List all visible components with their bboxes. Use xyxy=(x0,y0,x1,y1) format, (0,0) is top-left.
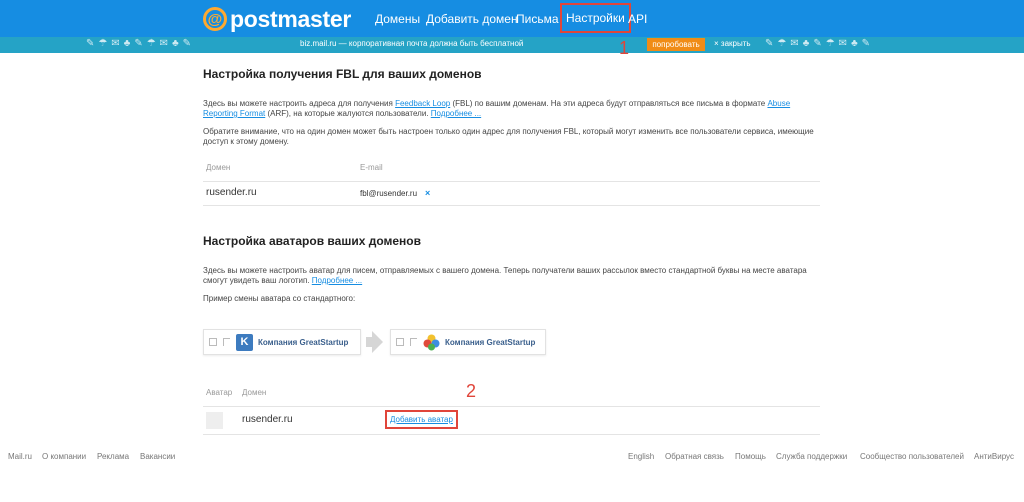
promo-try-button[interactable]: попробовать xyxy=(647,38,705,51)
nav-letters[interactable]: Письма xyxy=(516,12,559,26)
nav-api[interactable]: API xyxy=(628,12,647,26)
at-logo-icon: @ xyxy=(203,7,227,31)
divider xyxy=(203,181,820,182)
fbl-more-link[interactable]: Подробнее ... xyxy=(431,109,481,118)
checkbox-icon xyxy=(209,338,217,346)
footer-link-antivirus[interactable]: АнтиВирус xyxy=(974,452,1014,461)
nav-domains[interactable]: Домены xyxy=(375,12,420,26)
arrow-right-icon xyxy=(372,331,383,353)
flag-icon xyxy=(410,338,417,346)
avatar-row-domain: rusender.ru xyxy=(242,414,293,425)
add-avatar-link[interactable]: Добавить аватар xyxy=(385,410,458,429)
example-company-name: Компания GreatStartup xyxy=(258,337,349,347)
doodle-decoration-right: ✎ ☂ ✉ ♣ ✎ ☂ ✉ ♣ ✎ xyxy=(765,38,871,49)
feedback-loop-link[interactable]: Feedback Loop xyxy=(395,99,450,108)
avatar-description: Здесь вы можете настроить аватар для пис… xyxy=(203,266,807,285)
footer-link-ads[interactable]: Реклама xyxy=(97,452,129,461)
avatar-col-domain: Домен xyxy=(242,388,267,397)
avatar-section-title: Настройка аватаров ваших доменов xyxy=(203,234,422,248)
example-company-name: Компания GreatStartup xyxy=(445,337,536,347)
fbl-note: Обратите внимание, что на один домен мож… xyxy=(203,127,814,146)
fbl-col-domain: Домен xyxy=(206,163,231,172)
fbl-section-title: Настройка получения FBL для ваших домено… xyxy=(203,67,482,81)
divider xyxy=(203,406,820,407)
promo-close-button[interactable]: × закрыть xyxy=(714,39,751,48)
fbl-description: Здесь вы можете настроить адреса для пол… xyxy=(203,99,791,118)
logo-avatar-icon xyxy=(423,334,440,351)
annotation-marker-2: 2 xyxy=(466,381,477,401)
top-header: @ postmaster Домены Добавить домен Письм… xyxy=(0,0,1024,37)
example-default-avatar: K Компания GreatStartup xyxy=(203,329,361,355)
footer-link-about[interactable]: О компании xyxy=(42,452,86,461)
avatar-col-avatar: Аватар xyxy=(206,388,233,397)
avatar-placeholder xyxy=(206,412,223,429)
promo-banner: ✎ ☂ ✉ ♣ ✎ ☂ ✉ ♣ ✎ biz.mail.ru — корпоративная по… xyxy=(0,37,1024,53)
footer-link-help[interactable]: Помощь xyxy=(735,452,766,461)
doodle-decoration-left: ✎ ☂ ✉ ♣ ✎ ☂ ✉ ♣ ✎ xyxy=(86,38,192,49)
fbl-row-domain: rusender.ru xyxy=(206,187,257,198)
logo-text: postmaster xyxy=(230,5,351,32)
footer-link-english[interactable]: English xyxy=(628,452,654,461)
fbl-col-email: E-mail xyxy=(360,163,383,172)
footer-link-community[interactable]: Сообщество пользователей xyxy=(860,452,964,461)
footer-link-support[interactable]: Служба поддержки xyxy=(776,452,847,461)
footer-link-mailru[interactable]: Mail.ru xyxy=(8,452,32,461)
divider xyxy=(203,434,820,435)
letter-avatar-icon: K xyxy=(236,333,253,351)
promo-text[interactable]: biz.mail.ru — корпоративная почта должна… xyxy=(300,39,523,48)
avatar-more-link[interactable]: Подробнее ... xyxy=(312,276,362,285)
postmaster-logo[interactable]: @ postmaster xyxy=(203,6,351,32)
nav-add-domain[interactable]: Добавить домен xyxy=(426,12,518,26)
flag-icon xyxy=(223,338,230,346)
remove-email-icon[interactable]: × xyxy=(425,188,430,198)
avatar-example-caption: Пример смены аватара со стандартного: xyxy=(203,294,356,303)
fbl-row-email: fbl@rusender.ru xyxy=(360,189,418,198)
nav-settings[interactable]: Настройки xyxy=(560,3,631,33)
annotation-marker-1: 1 xyxy=(619,38,630,58)
footer-link-jobs[interactable]: Вакансии xyxy=(140,452,175,461)
example-custom-avatar: Компания GreatStartup xyxy=(390,329,546,355)
footer-link-feedback[interactable]: Обратная связь xyxy=(665,452,724,461)
checkbox-icon xyxy=(396,338,404,346)
divider xyxy=(203,205,820,206)
